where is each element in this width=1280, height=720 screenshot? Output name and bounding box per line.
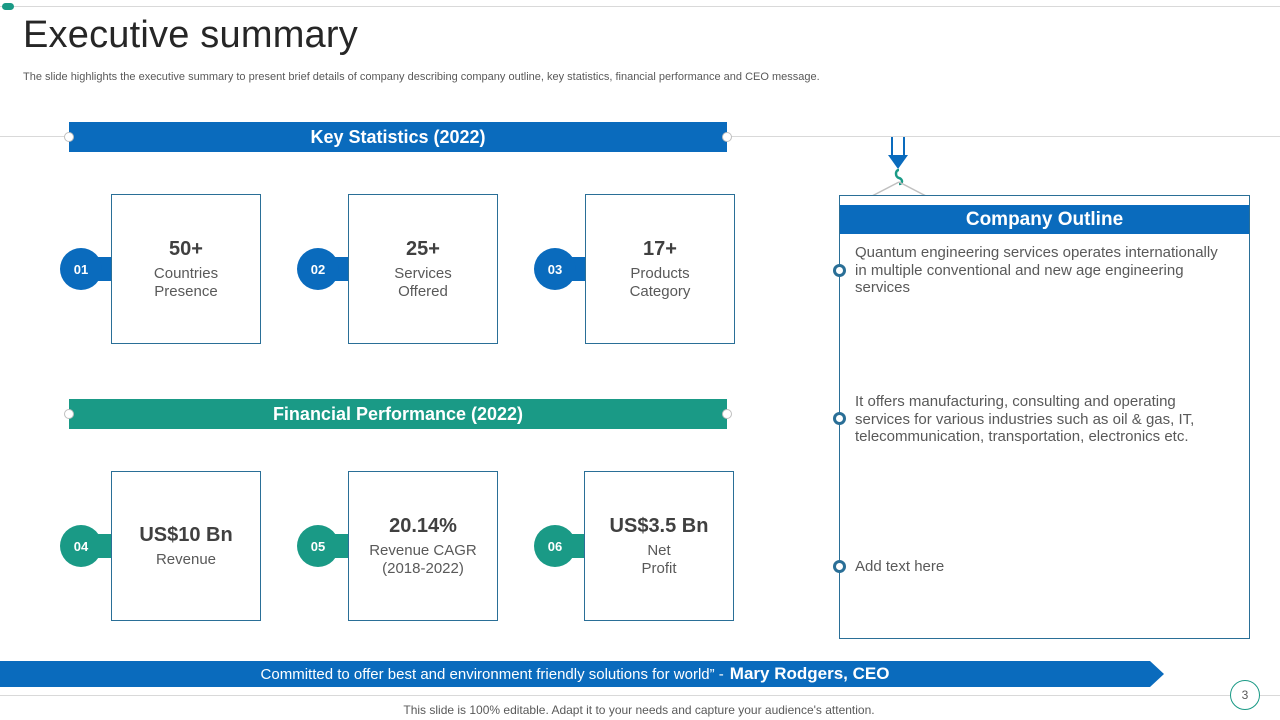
stat-number-badge: 05 — [297, 525, 339, 567]
stat-number-badge: 01 — [60, 248, 102, 290]
key-statistics-banner: Key Statistics (2022) — [64, 122, 732, 152]
banner-cap-right — [722, 132, 732, 142]
outline-bullet-icon — [833, 412, 846, 425]
quote-arrow-icon — [1150, 661, 1164, 687]
stat-value: 20.14% — [389, 514, 457, 537]
stat-card-countries: 50+ Countries Presence — [111, 194, 261, 344]
finance-card-net-profit: US$3.5 Bn Net Profit — [584, 471, 734, 621]
banner-cap-left — [64, 132, 74, 142]
stat-number-badge: 02 — [297, 248, 339, 290]
stat-number-badge: 03 — [534, 248, 576, 290]
key-statistics-header: Key Statistics (2022) — [310, 126, 486, 147]
hook-rope-left — [891, 137, 893, 157]
ceo-quote-text: Committed to offer best and environment … — [260, 665, 724, 683]
outline-bullet-icon — [833, 264, 846, 277]
page-subtitle: The slide highlights the executive summa… — [23, 71, 820, 83]
stat-number-badge: 06 — [534, 525, 576, 567]
stat-value: 17+ — [643, 237, 677, 260]
top-accent-dot — [2, 3, 14, 10]
stat-label: Net Profit — [641, 541, 677, 577]
finance-card-revenue: US$10 Bn Revenue — [111, 471, 261, 621]
outline-point: Add text here — [855, 558, 945, 575]
banner-cap-left — [64, 409, 74, 419]
stat-label: Products Category — [629, 264, 691, 300]
hook-icon — [888, 155, 908, 169]
stat-value: US$3.5 Bn — [609, 514, 709, 537]
financial-performance-header: Financial Performance (2022) — [272, 403, 524, 424]
page-title: Executive summary — [23, 14, 358, 56]
hook-rope-right — [903, 137, 905, 157]
company-outline-panel: Company Outline Quantum engineering serv… — [833, 195, 1250, 639]
hook-hanger-icon — [871, 168, 927, 197]
footer-divider — [0, 695, 1280, 696]
stat-card-products: 17+ Products Category — [585, 194, 735, 344]
stat-card-services: 25+ Services Offered — [348, 194, 498, 344]
page-number: 3 — [1230, 680, 1260, 710]
ceo-quote-bar: Committed to offer best and environment … — [0, 661, 1150, 687]
stat-label: Services Offered — [394, 264, 452, 300]
stat-label: Countries Presence — [153, 264, 219, 300]
stat-label: Revenue — [155, 550, 217, 568]
stat-value: US$10 Bn — [139, 523, 233, 546]
banner-cap-right — [722, 409, 732, 419]
financial-performance-banner: Financial Performance (2022) — [64, 399, 732, 429]
finance-card-cagr: 20.14% Revenue CAGR (2018-2022) — [348, 471, 498, 621]
company-outline-header: Company Outline — [840, 205, 1249, 234]
stat-label: Revenue CAGR (2018-2022) — [369, 541, 477, 577]
stat-value: 50+ — [169, 237, 203, 260]
stat-value: 25+ — [406, 237, 440, 260]
top-rule — [0, 6, 1280, 7]
outline-point: Quantum engineering services operates in… — [855, 244, 1218, 296]
ceo-quote-author: Mary Rodgers, CEO — [729, 664, 890, 683]
outline-bullet-icon — [833, 560, 846, 573]
outline-point: It offers manufacturing, consulting and … — [855, 393, 1195, 445]
footer-note: This slide is 100% editable. Adapt it to… — [403, 703, 875, 717]
stat-number-badge: 04 — [60, 525, 102, 567]
